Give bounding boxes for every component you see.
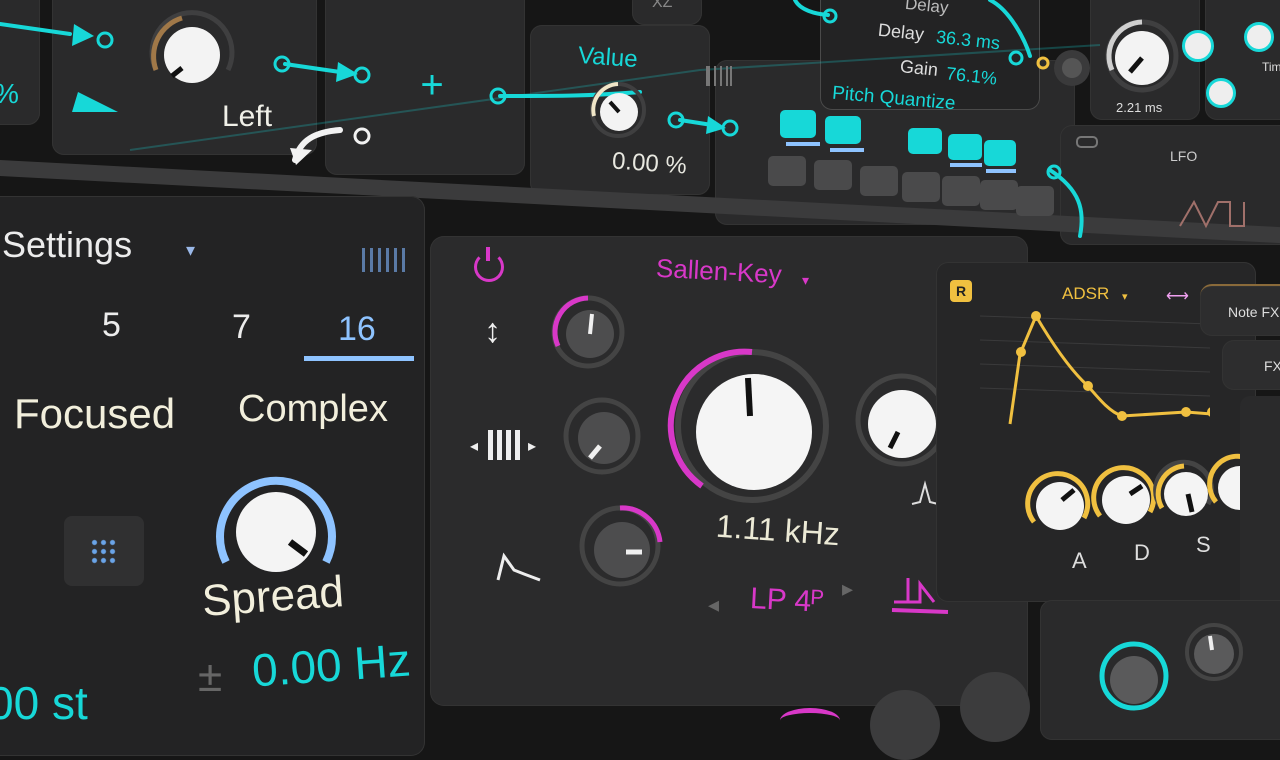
pitch-pad-1-underline <box>786 142 820 146</box>
bottom-knob-left-1[interactable] <box>870 690 940 760</box>
spread-label: Spread <box>200 567 346 626</box>
value-knob[interactable] <box>588 80 648 140</box>
mode-prev-arrow[interactable]: ◂ <box>708 592 719 618</box>
lfo-link-icon <box>1076 136 1098 148</box>
tim-knob-3[interactable] <box>1244 22 1274 52</box>
envelope-shape-icon <box>496 552 541 582</box>
tim-knob-2[interactable] <box>1206 78 1236 108</box>
count-option-5[interactable]: 5 <box>102 306 121 345</box>
offset-value[interactable]: 0.00 Hz <box>250 633 412 698</box>
xz-label: XZ <box>652 0 673 11</box>
lfo-wave <box>1179 199 1245 229</box>
tim-label: Tim <box>1262 60 1280 74</box>
time-knob[interactable] <box>1104 14 1180 94</box>
filter-mode-label[interactable]: LP 4ᴾ <box>749 582 824 620</box>
updown-arrows-icon: ↕ <box>484 312 501 350</box>
bottom-knob-left-2[interactable] <box>960 672 1030 742</box>
tim-knob-1[interactable] <box>1182 30 1214 62</box>
mode-focused[interactable]: Focused <box>14 390 175 438</box>
offset-plusminus: ± <box>198 652 223 701</box>
scatter-icon <box>90 538 118 564</box>
adsr-envelope-graph[interactable] <box>980 300 1210 430</box>
sustain-label: S <box>1196 532 1211 557</box>
pitch-key-6[interactable] <box>980 180 1018 210</box>
filter-type-chevron[interactable]: ▾ <box>802 272 809 289</box>
pitch-key-4[interactable] <box>902 172 940 202</box>
semitone-value[interactable]: 00 st <box>0 676 88 730</box>
pitch-pad-4-underline <box>950 163 982 167</box>
pitch-pad-5[interactable] <box>984 140 1016 166</box>
time-readout: 2.21 ms <box>1116 100 1163 115</box>
keytrack-icon: ◂ ▸ <box>470 428 542 462</box>
pitch-pad-2[interactable] <box>825 116 861 144</box>
left-knob[interactable] <box>142 10 242 90</box>
scatter-button[interactable] <box>64 516 144 586</box>
pitch-pad-3[interactable] <box>908 128 942 154</box>
adsr-badge: R <box>950 280 972 302</box>
svg-text:+: + <box>420 63 443 107</box>
count-option-7[interactable]: 7 <box>232 308 251 347</box>
delay-mini-knob[interactable] <box>1054 50 1090 86</box>
attack-knob[interactable] <box>1025 462 1091 538</box>
pitch-key-3[interactable] <box>860 166 898 196</box>
pitch-pad-1[interactable] <box>780 110 816 138</box>
pitch-key-2[interactable] <box>814 160 852 190</box>
filter-type-label[interactable]: Sallen-Key <box>655 253 782 291</box>
note-fx-label[interactable]: Note FX <box>1228 304 1279 320</box>
sustain-knob[interactable] <box>1153 452 1215 524</box>
bottom-gray-knob[interactable] <box>1184 622 1244 682</box>
mod-label: Left <box>222 100 273 133</box>
value-label: Value <box>577 41 639 74</box>
pitch-pad-2-underline <box>830 148 864 152</box>
value-readout: 0.00 % <box>611 147 688 180</box>
filter-knob-top[interactable] <box>546 295 630 369</box>
gain-label: Gain <box>899 56 940 80</box>
mode-complex[interactable]: Complex <box>238 388 388 431</box>
mode-next-arrow[interactable]: ▸ <box>842 576 853 602</box>
cutoff-knob[interactable] <box>667 346 832 506</box>
piano-icon <box>706 66 732 86</box>
pitch-pad-4[interactable] <box>948 134 982 160</box>
lfo-label: LFO <box>1170 148 1198 164</box>
settings-title: Settings <box>2 224 133 265</box>
pitch-pad-5-underline <box>986 169 1016 173</box>
attack-label: A <box>1072 548 1087 573</box>
count-option-16[interactable]: 16 <box>338 310 376 349</box>
count-selected-underline <box>304 356 414 361</box>
bottom-pink-arc <box>780 708 840 733</box>
pitch-key-5[interactable] <box>942 176 980 206</box>
meter-icon <box>362 248 406 272</box>
pitch-key-1[interactable] <box>768 156 806 186</box>
settings-dropdown-chevron[interactable]: ▾ <box>186 240 195 261</box>
pitch-key-7[interactable] <box>1016 186 1054 216</box>
bottom-teal-knob[interactable] <box>1098 640 1170 712</box>
fx-label[interactable]: FX <box>1264 358 1280 374</box>
power-icon[interactable] <box>474 247 504 282</box>
filter-knob-mid[interactable] <box>560 396 644 476</box>
decay-label: D <box>1134 540 1150 565</box>
spread-knob[interactable] <box>212 470 340 580</box>
filter-knob-bottom[interactable] <box>576 504 664 588</box>
decay-knob[interactable] <box>1091 456 1157 532</box>
